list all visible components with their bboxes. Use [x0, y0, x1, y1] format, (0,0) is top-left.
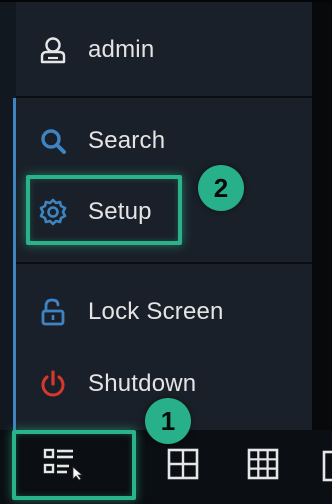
setup-highlight-box: [26, 175, 182, 245]
menu-divider: [16, 96, 312, 98]
lock-screen-label: Lock Screen: [88, 298, 224, 325]
screen: admin Search Setup 2 Lock Screen Shutdow…: [0, 0, 332, 504]
grid-3x3-icon: [246, 447, 280, 486]
power-icon: [36, 367, 70, 401]
menu-right-edge: [312, 0, 332, 430]
layout-next-button[interactable]: [318, 443, 332, 489]
layout-4-button[interactable]: [160, 443, 206, 489]
start-menu-button[interactable]: [40, 443, 86, 489]
menu-item-lock-screen[interactable]: Lock Screen: [16, 293, 312, 331]
step-2-badge: 2: [198, 165, 244, 211]
user-label: admin: [88, 36, 155, 63]
step-1-badge: 1: [145, 398, 191, 444]
grid-2x2-icon: [166, 447, 200, 486]
top-edge: [0, 0, 332, 2]
shutdown-label: Shutdown: [88, 370, 197, 397]
lock-icon: [36, 295, 70, 329]
user-icon: [36, 33, 70, 67]
search-label: Search: [88, 127, 166, 154]
layout-9-button[interactable]: [240, 443, 286, 489]
menu-list-icon: [43, 447, 84, 486]
menu-divider: [16, 262, 312, 264]
menu-item-user[interactable]: admin: [16, 30, 312, 70]
menu-item-search[interactable]: Search: [16, 122, 312, 160]
search-icon: [36, 124, 70, 158]
